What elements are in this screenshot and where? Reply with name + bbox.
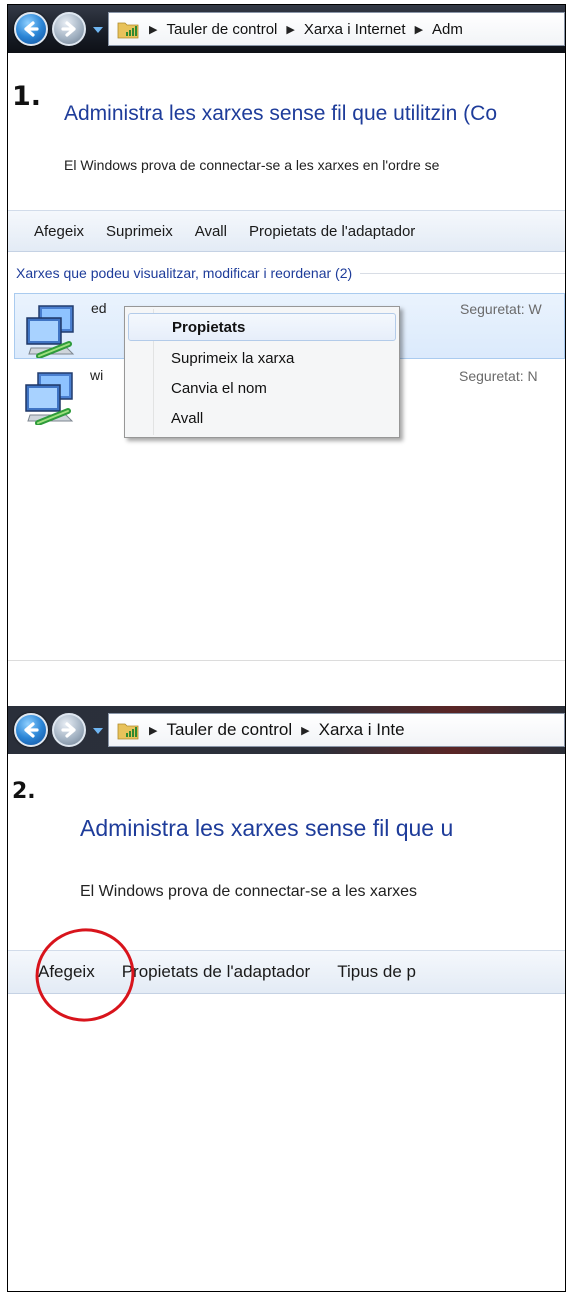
adapter-properties-button[interactable]: Propietats de l'adaptador (249, 223, 415, 240)
breadcrumb-item-control-panel[interactable]: Tauler de control (166, 720, 292, 740)
history-dropdown-icon[interactable] (91, 726, 105, 736)
add-button[interactable]: Afegeix (34, 223, 84, 240)
address-bar: ▶ Tauler de control ▶ Xarxa i Inte (8, 706, 565, 754)
network-folder-icon (117, 22, 139, 39)
highlight-circle (35, 928, 135, 1022)
menu-item-properties[interactable]: Propietats (128, 313, 396, 341)
breadcrumb-item-control-panel[interactable]: Tauler de control (166, 21, 277, 38)
wireless-network-icon (25, 372, 74, 425)
group-divider (360, 272, 565, 274)
back-arrow-icon (24, 21, 39, 37)
menu-item-rename[interactable]: Canvia el nom (128, 374, 396, 402)
address-bar: ▶ Tauler de control ▶ Xarxa i Internet ▶… (8, 5, 565, 53)
network-name: wi (90, 367, 104, 383)
remove-button[interactable]: Suprimeix (106, 223, 173, 240)
profile-types-button[interactable]: Tipus de p (337, 962, 416, 982)
group-header-label: Xarxes que podeu visualitzar, modificar … (16, 265, 353, 281)
step-number: 2. (12, 779, 36, 804)
breadcrumb-item-network-internet[interactable]: Xarxa i Internet (304, 21, 406, 38)
page-title: Administra les xarxes sense fil que util… (64, 102, 498, 125)
forward-arrow-icon (61, 722, 76, 738)
breadcrumb-separator: ▶ (301, 724, 310, 737)
forward-arrow-icon (61, 21, 76, 37)
forward-button[interactable] (52, 12, 86, 46)
breadcrumb[interactable]: ▶ Tauler de control ▶ Xarxa i Internet ▶… (108, 12, 565, 46)
page-description: El Windows prova de connectar-se a les x… (80, 883, 418, 900)
breadcrumb-separator: ▶ (414, 23, 424, 36)
move-down-button[interactable]: Avall (195, 223, 227, 240)
adapter-properties-button[interactable]: Propietats de l'adaptador (122, 962, 311, 982)
breadcrumb-item-network-internet[interactable]: Xarxa i Inte (319, 720, 405, 740)
network-security: Seguretat: W (460, 301, 542, 317)
back-button[interactable] (14, 12, 48, 46)
wireless-network-icon (26, 305, 75, 358)
breadcrumb-item-admin[interactable]: Adm (432, 21, 463, 38)
menu-item-move-down[interactable]: Avall (128, 404, 396, 432)
back-button[interactable] (14, 713, 48, 747)
breadcrumb-separator: ▶ (149, 724, 158, 737)
forward-button[interactable] (52, 713, 86, 747)
network-security: Seguretat: N (459, 368, 538, 384)
page-description: El Windows prova de connectar-se a les x… (64, 157, 440, 173)
breadcrumb-separator: ▶ (149, 23, 158, 36)
command-bar: Afegeix Suprimeix Avall Propietats de l'… (8, 210, 565, 252)
breadcrumb-separator: ▶ (286, 23, 295, 36)
back-arrow-icon (24, 722, 39, 738)
network-name: ed (91, 300, 107, 316)
menu-item-remove-network[interactable]: Suprimeix la xarxa (128, 344, 396, 372)
tutorial-frame: ▶ Tauler de control ▶ Xarxa i Internet ▶… (7, 4, 566, 1292)
page-title: Administra les xarxes sense fil que u (80, 815, 454, 841)
history-dropdown-icon[interactable] (91, 25, 105, 35)
step-number: 1. (12, 81, 42, 112)
context-menu: Propietats Suprimeix la xarxa Canvia el … (124, 306, 400, 438)
breadcrumb[interactable]: ▶ Tauler de control ▶ Xarxa i Inte (108, 713, 565, 747)
panel-divider (8, 660, 565, 661)
network-folder-icon (117, 723, 139, 740)
network-group-header[interactable]: Xarxes que podeu visualitzar, modificar … (16, 265, 565, 281)
